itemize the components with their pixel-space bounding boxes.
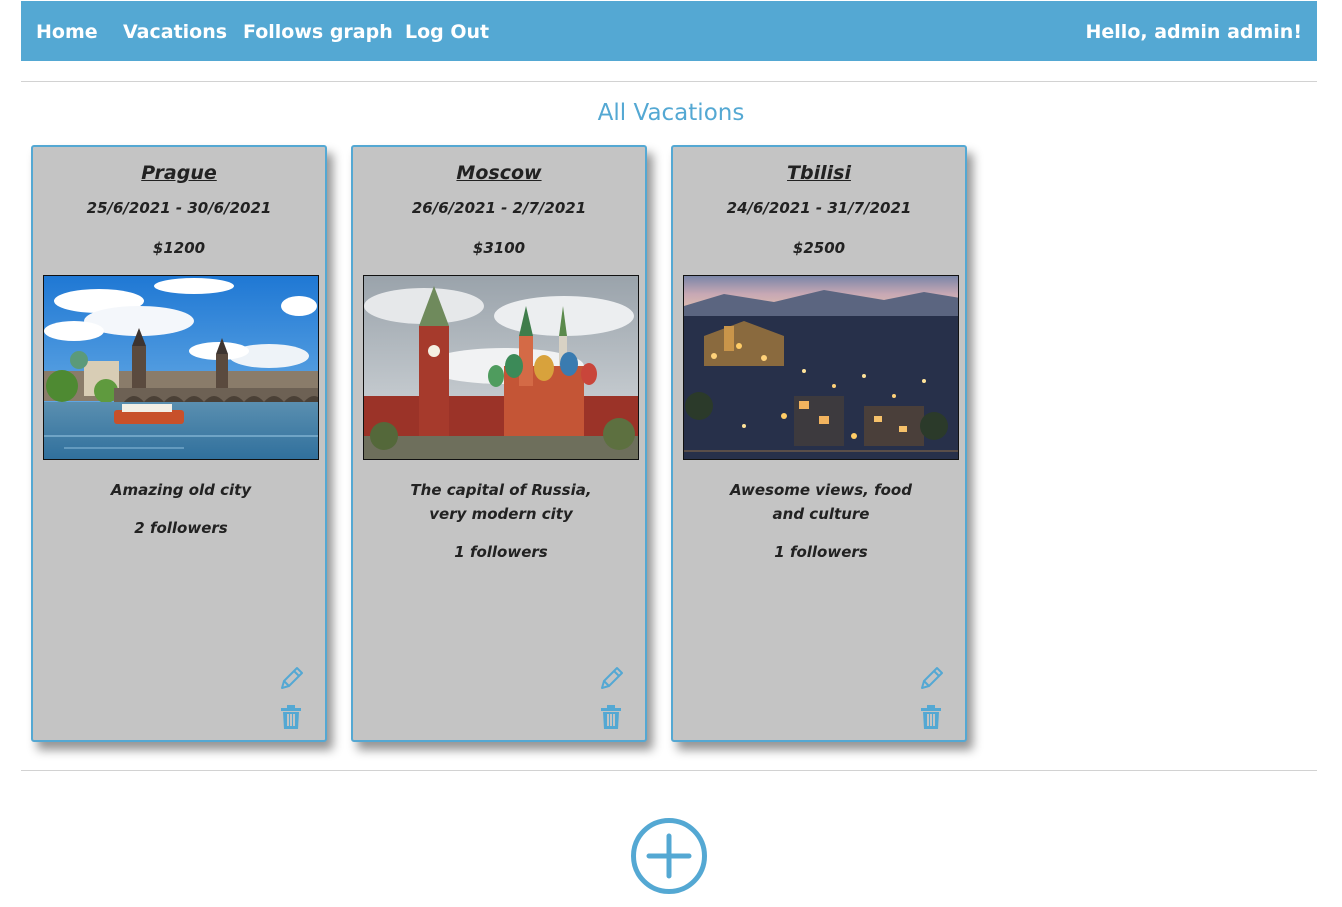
vacation-price: $2500	[792, 239, 846, 257]
vacation-name: Moscow	[456, 162, 542, 184]
vacation-price: $1200	[152, 239, 206, 257]
vacation-description-block: The capital of Russia, very modern city …	[393, 478, 609, 562]
trash-icon[interactable]	[279, 703, 303, 731]
nav-logout-link[interactable]: Log Out	[405, 20, 489, 44]
pencil-icon[interactable]	[597, 665, 625, 693]
vacation-image	[363, 275, 639, 460]
vacation-description: Awesome views, food and culture	[730, 481, 912, 523]
vacation-image	[43, 275, 319, 460]
vacation-dates: 24/6/2021 - 31/7/2021	[726, 199, 912, 217]
vacation-name: Tbilisi	[787, 162, 851, 184]
vacation-followers: 1 followers	[454, 543, 548, 561]
nav-vacations-link[interactable]: Vacations	[123, 20, 227, 44]
vacation-price: $3100	[472, 239, 526, 257]
plus-circle-icon	[631, 818, 707, 894]
vacation-dates: 26/6/2021 - 2/7/2021	[411, 199, 587, 217]
vacation-followers: 1 followers	[774, 543, 868, 561]
pencil-icon[interactable]	[277, 665, 305, 693]
vacation-image	[683, 275, 959, 460]
vacation-card: Prague 25/6/2021 - 30/6/2021 $1200 Amazi…	[31, 145, 327, 742]
trash-icon[interactable]	[919, 703, 943, 731]
add-vacation-button[interactable]	[630, 817, 708, 895]
user-greeting: Hello, admin admin!	[1085, 21, 1303, 43]
vacation-dates: 25/6/2021 - 30/6/2021	[86, 199, 272, 217]
bottom-divider	[21, 770, 1317, 771]
vacation-card: Tbilisi 24/6/2021 - 31/7/2021 $2500 Awes…	[671, 145, 967, 742]
trash-icon[interactable]	[599, 703, 623, 731]
vacation-description: The capital of Russia, very modern city	[410, 481, 592, 523]
page-title: All Vacations	[597, 100, 745, 126]
vacation-description-block: Awesome views, food and culture 1 follow…	[713, 478, 929, 562]
vacation-followers: 2 followers	[134, 519, 228, 537]
vacation-description-block: Amazing old city 2 followers	[73, 478, 289, 538]
vacation-name: Prague	[141, 162, 217, 184]
navbar: Home Vacations Follows graph Log Out Hel…	[21, 1, 1317, 61]
vacation-card: Moscow 26/6/2021 - 2/7/2021 $3100 The ca…	[351, 145, 647, 742]
top-divider	[21, 81, 1317, 82]
nav-follows-graph-link[interactable]: Follows graph	[243, 20, 393, 44]
vacation-description: Amazing old city	[110, 481, 252, 499]
pencil-icon[interactable]	[917, 665, 945, 693]
nav-home-link[interactable]: Home	[36, 20, 98, 44]
